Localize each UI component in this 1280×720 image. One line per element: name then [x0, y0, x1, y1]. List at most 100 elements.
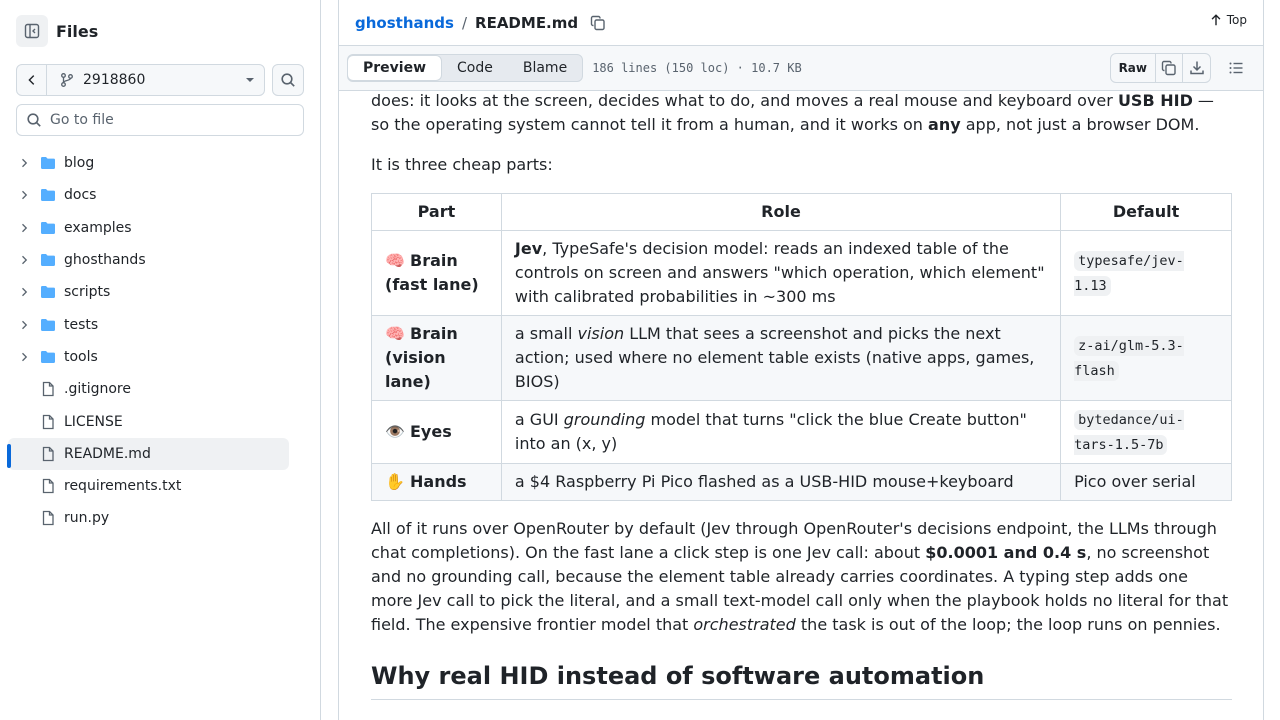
part-name: Eyes: [410, 422, 452, 441]
cost-italic: orchestrated: [693, 615, 796, 634]
outline-button[interactable]: [1221, 53, 1251, 83]
breadcrumb-repo-link[interactable]: ghosthands: [355, 14, 454, 32]
file-toolbar: Preview Code Blame 186 lines (150 loc) ·…: [338, 45, 1264, 91]
chevron-right-icon[interactable]: [16, 319, 32, 331]
tree-folder-tests[interactable]: tests: [8, 308, 298, 340]
folder-icon: [40, 349, 56, 365]
file-icon: [40, 414, 56, 430]
download-button[interactable]: [1183, 54, 1210, 82]
sidebar-header: Files: [16, 15, 98, 47]
cost-bold: $0.0001 and 0.4 s: [925, 543, 1087, 562]
hand-icon: ✋: [385, 472, 405, 491]
role-text: a GUI: [514, 410, 564, 429]
breadcrumb-file: README.md: [475, 13, 579, 32]
brain-icon: 🧠: [385, 324, 405, 343]
copy-icon: [1161, 60, 1176, 76]
branch-name[interactable]: 2918860: [47, 72, 236, 88]
tree-item-label: blog: [64, 155, 95, 172]
tree-file-run-py[interactable]: run.py: [8, 502, 298, 534]
tree-item-label: README.md: [64, 445, 151, 462]
tree-item-label: tools: [64, 348, 98, 365]
go-to-file-input[interactable]: [50, 112, 290, 128]
file-tree-sidebar: Files 2918860 Go to file blog docs examp…: [0, 0, 321, 720]
table-cell-part: 🧠 Brain (fast lane): [371, 230, 502, 316]
chevron-left-icon: [27, 75, 34, 85]
search-button[interactable]: [272, 64, 304, 96]
branch-selector[interactable]: 2918860: [16, 64, 265, 96]
intro-bold-usb-hid: USB HID: [1117, 91, 1193, 110]
search-icon: [27, 113, 41, 127]
cost-text-3: the task is out of the loop; the loop ru…: [795, 615, 1221, 634]
role-text: a small: [514, 324, 578, 343]
intro-text-1: does: it looks at the screen, decides wh…: [371, 91, 1118, 110]
copy-icon: [590, 15, 605, 30]
sidebar-title: Files: [56, 21, 99, 41]
tree-file-license[interactable]: LICENSE: [8, 405, 298, 437]
default-code: typesafe/jev-1.13: [1074, 251, 1184, 296]
table-cell-default: Pico over serial: [1060, 463, 1232, 501]
tree-folder-scripts[interactable]: scripts: [8, 276, 298, 308]
tree-item-label: scripts: [64, 284, 111, 301]
file-icon: [40, 510, 56, 526]
top-label: Top: [1226, 13, 1247, 27]
raw-button[interactable]: Raw: [1111, 54, 1156, 82]
tree-item-label: ghosthands: [64, 252, 146, 269]
chevron-right-icon[interactable]: [16, 157, 32, 169]
chevron-right-icon[interactable]: [16, 286, 32, 298]
table-header-role: Role: [500, 193, 1062, 231]
back-button[interactable]: [17, 65, 47, 95]
tree-folder-ghosthands[interactable]: ghosthands: [8, 244, 298, 276]
table-cell-part: ✋ Hands: [371, 463, 502, 501]
go-to-file-field[interactable]: [16, 104, 304, 136]
chevron-right-icon[interactable]: [16, 254, 32, 266]
chevron-right-icon[interactable]: [16, 351, 32, 363]
cost-paragraph: All of it runs over OpenRouter by defaul…: [371, 517, 1232, 637]
default-code: bytedance/ui-tars-1.5-7b: [1074, 410, 1184, 455]
chevron-right-icon[interactable]: [16, 222, 32, 234]
file-header: ghosthands / README.md Top: [338, 0, 1264, 45]
markdown-body: does: it looks at the screen, decides wh…: [371, 91, 1232, 716]
tree-file-readme-md[interactable]: README.md: [7, 437, 289, 470]
tree-item-label: .gitignore: [64, 381, 131, 398]
intro-paragraph: does: it looks at the screen, decides wh…: [371, 91, 1232, 137]
table-row: 🧠 Brain (fast lane) Jev, TypeSafe's decis…: [371, 230, 1232, 316]
table-header-default: Default: [1060, 193, 1232, 231]
tree-folder-tools[interactable]: tools: [8, 341, 298, 373]
table-row: 👁️ Eyes a GUI grounding model that turns …: [371, 400, 1232, 464]
download-icon: [1189, 61, 1204, 75]
table-cell-default: bytedance/ui-tars-1.5-7b: [1060, 400, 1232, 464]
tree-file-gitignore[interactable]: .gitignore: [8, 373, 298, 405]
copy-raw-button[interactable]: [1156, 54, 1183, 82]
tab-preview[interactable]: Preview: [347, 55, 443, 81]
collapse-sidebar-button[interactable]: [16, 15, 48, 47]
parts-intro: It is three cheap parts:: [371, 155, 553, 174]
sidebar-collapse-icon: [24, 23, 40, 39]
file-meta: 186 lines (150 loc) · 10.7 KB: [592, 61, 802, 75]
table-cell-role: a GUI grounding model that turns "click …: [500, 400, 1062, 464]
role-bold: Jev: [514, 239, 543, 258]
file-icon: [40, 381, 56, 397]
tree-folder-examples[interactable]: examples: [8, 212, 298, 244]
table-cell-role: a small vision LLM that sees a screensho…: [500, 315, 1062, 401]
view-mode-tabs: Preview Code Blame: [347, 54, 584, 82]
chevron-right-icon[interactable]: [16, 189, 32, 201]
tree-folder-blog[interactable]: blog: [8, 147, 298, 179]
intro-bold-any: any: [928, 115, 961, 134]
parts-table: Part Role Default 🧠 Brain (fast lane) Jev…: [371, 193, 1232, 501]
top-link[interactable]: Top: [1209, 13, 1247, 27]
table-cell-role: a $4 Raspberry Pi Pico flashed as a USB-…: [500, 463, 1062, 501]
git-branch-icon: [61, 73, 73, 87]
default-code: z-ai/glm-5.3-flash: [1074, 336, 1184, 381]
eye-icon: 👁️: [385, 422, 405, 441]
intro-text-3: app, not just a browser DOM.: [960, 115, 1200, 134]
tab-code[interactable]: Code: [442, 55, 508, 81]
tree-file-requirements-txt[interactable]: requirements.txt: [8, 470, 298, 502]
tree-item-label: run.py: [64, 510, 110, 527]
tab-blame[interactable]: Blame: [508, 55, 582, 81]
branch-dropdown[interactable]: [236, 75, 264, 85]
caret-down-icon: [246, 78, 254, 82]
copy-path-button[interactable]: [590, 15, 606, 31]
tree-folder-docs[interactable]: docs: [8, 179, 298, 211]
tree-item-label: requirements.txt: [64, 478, 182, 495]
folder-icon: [40, 284, 56, 300]
